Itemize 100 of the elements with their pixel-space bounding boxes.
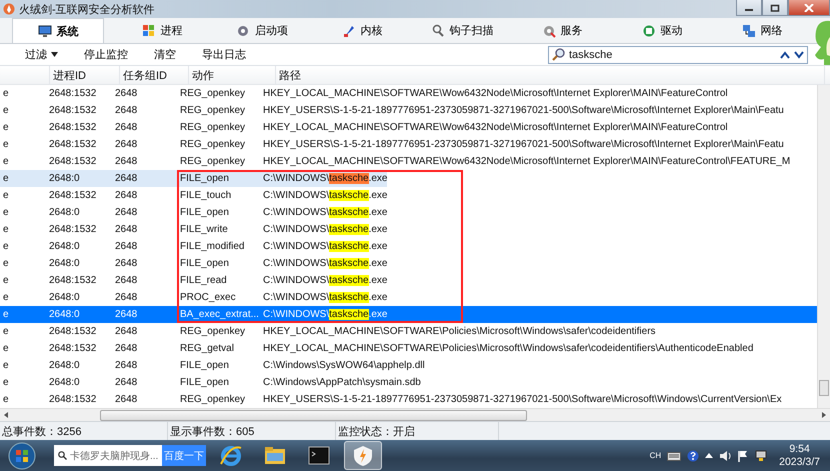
table-cell-text: e (2, 274, 10, 288)
language-indicator[interactable]: CH (650, 451, 662, 460)
table-cell-text: e (2, 155, 10, 170)
tab[interactable]: 驱动 (612, 18, 712, 43)
table-row[interactable]: e 2648:1532 2648 REG_openkey HKEY_USERS\S-1-5-21-1897776951-2373059871-3271967021-500\Software\Microsoft\Windows\CurrentVersion\Ex (0, 391, 817, 408)
table-cell-text: REG_openkey (179, 104, 246, 118)
table-cell-text: 2648 (114, 121, 138, 136)
table-cell-text: C:\WINDOWS\tasksche.exe (262, 291, 388, 306)
table-cell-text: 2648 (114, 223, 138, 238)
table-row[interactable]: e 2648:1532 2648 REG_openkey HKEY_LOCAL_MACHINE\SOFTWARE\Policies\Microsoft\Windows\safer\codeidentifiers (0, 323, 817, 340)
table-cell-text: e (2, 104, 10, 118)
table-cell-text: REG_openkey (179, 138, 246, 152)
table-cell-text: 2648 (114, 257, 138, 272)
table-cell: FILE_open (177, 255, 260, 272)
table-cell-text: 2648 (114, 155, 138, 170)
table-cell-text: 2648:1532 (48, 189, 98, 204)
tab[interactable]: 服务 (512, 18, 612, 43)
table-cell-text: HKEY_LOCAL_MACHINE\SOFTWARE\Wow6432Node\Microsoft\Internet Explorer\MAIN\FeatureControl (262, 121, 728, 136)
table-cell: 2648 (112, 170, 177, 188)
table-cell-text: 2648:0 (48, 257, 81, 272)
table-cell-text: e (2, 342, 10, 356)
table-cell-text: 2648:0 (48, 376, 81, 390)
table-cell-text: 2648:1532 (48, 223, 98, 238)
table-cell-text: 2648:1532 (48, 274, 98, 288)
clock-time[interactable]: 9:54 (789, 442, 810, 456)
table-row[interactable]: e 2648:0 2648 BA_exec_extrat... C:\WINDOWS\tasksche.exe (0, 306, 817, 324)
table-cell-text: REG_getval (179, 342, 235, 356)
toolbar-button[interactable]: 停止监控 (84, 47, 142, 62)
table-row[interactable]: e 2648:1532 2648 REG_openkey HKEY_USERS\S-1-5-21-1897776951-2373059871-3271967021-500\Software\Microsoft\Internet Explorer\Main\Featu (0, 136, 817, 154)
table-row[interactable]: e 2648:0 2648 FILE_open C:\WINDOWS\tasksche.exe (0, 170, 817, 188)
window-title: 火绒剑-互联网安全分析软件 (19, 2, 156, 16)
column-header[interactable]: 进程ID (50, 66, 120, 84)
table-cell-text: e (2, 291, 10, 306)
tab[interactable]: 进程 (112, 18, 212, 43)
table-cell-text: 2648:1532 (48, 342, 98, 356)
table-cell-text: HKEY_LOCAL_MACHINE\SOFTWARE\Wow6432Node\Microsoft\Internet Explorer\MAIN\FeatureControl\FEATURE_M (262, 155, 790, 170)
table-cell-text: e (2, 308, 10, 322)
table-cell-text: C:\Windows\SysWOW64\apphelp.dll (262, 359, 425, 374)
table-cell: FILE_touch (177, 187, 260, 204)
tab[interactable]: 网络 (712, 18, 812, 43)
table-cell-text: REG_openkey (179, 325, 246, 340)
table-cell-text: C:\WINDOWS\tasksche.exe (262, 189, 388, 204)
table-row[interactable]: e 2648:1532 2648 REG_getval HKEY_LOCAL_MACHINE\SOFTWARE\Policies\Microsoft\Windows\safer\codeidentifiers\AuthenticodeEnabled (0, 340, 817, 358)
table-cell-text: 2648 (114, 189, 138, 204)
table-row[interactable]: e 2648:0 2648 FILE_open C:\Windows\AppPatch\sysmain.sdb (0, 374, 817, 392)
table-cell-text: 2648 (114, 138, 138, 152)
table-cell-text: 2648:0 (48, 206, 81, 220)
table-cell-text: 2648 (114, 359, 138, 374)
table-cell: e (0, 170, 46, 188)
table-cell-text: e (2, 359, 10, 374)
table-cell-text: C:\WINDOWS\tasksche.exe (262, 206, 388, 220)
table-row[interactable]: e 2648:1532 2648 FILE_touch C:\WINDOWS\tasksche.exe (0, 187, 817, 204)
clock-date[interactable]: 2023/3/7 (779, 456, 820, 469)
table-cell-text: e (2, 206, 10, 220)
table-row[interactable]: e 2648:1532 2648 FILE_read C:\WINDOWS\tasksche.exe (0, 272, 817, 290)
table-cell: FILE_write (177, 221, 260, 238)
table-cell: BA_exec_extrat... (177, 306, 260, 324)
table-cell-text: 2648 (114, 342, 138, 356)
table-row[interactable]: e 2648:0 2648 FILE_open C:\Windows\SysWOW64\apphelp.dll (0, 357, 817, 374)
table-cell-text: 2648 (114, 325, 138, 340)
table-cell-text: C:\WINDOWS\tasksche.exe (262, 257, 388, 272)
table-cell-text: e (2, 87, 10, 102)
table-cell: FILE_read (177, 272, 260, 290)
table-row[interactable]: e 2648:0 2648 FILE_open C:\WINDOWS\tasksche.exe (0, 255, 817, 272)
tab[interactable]: 钩子扫描 (412, 18, 512, 43)
table-cell-text: 2648:1532 (48, 393, 98, 408)
toolbar-button[interactable]: 清空 (154, 47, 190, 62)
search-field[interactable]: tasksche (548, 46, 808, 64)
toolbar-button[interactable]: 导出日志 (202, 47, 260, 62)
table-cell-text: 2648 (114, 104, 138, 118)
table-row[interactable]: e 2648:1532 2648 REG_openkey HKEY_LOCAL_MACHINE\SOFTWARE\Wow6432Node\Microsoft\Internet Explorer\MAIN\FeatureControl (0, 119, 817, 136)
table-cell-text: 2648 (114, 206, 138, 220)
tab[interactable]: 系统 (12, 18, 104, 43)
table-cell-text: 2648 (114, 240, 138, 254)
table-cell-text: 2648:0 (48, 291, 81, 306)
table-cell-text: REG_openkey (179, 121, 246, 136)
table-cell-text: 2648:1532 (48, 121, 98, 136)
table-row[interactable]: e 2648:1532 2648 FILE_write C:\WINDOWS\tasksche.exe (0, 221, 817, 238)
table-row[interactable]: e 2648:1532 2648 REG_openkey HKEY_LOCAL_MACHINE\SOFTWARE\Wow6432Node\Microsoft\Internet Explorer\MAIN\FeatureControl (0, 85, 817, 102)
table-cell-text: REG_openkey (179, 87, 246, 102)
tab[interactable]: 内核 (312, 18, 412, 43)
table-cell-text: HKEY_USERS\S-1-5-21-1897776951-2373059871-3271967021-500\Software\Microsoft\Internet Explorer\Main\Featu (262, 104, 784, 118)
table-cell-text: 2648 (114, 274, 138, 288)
table-cell-text: HKEY_USERS\S-1-5-21-1897776951-2373059871-3271967021-500\Software\Microsoft\Internet Explorer\Main\Featu (262, 138, 784, 152)
table-row[interactable]: e 2648:0 2648 FILE_modified C:\WINDOWS\tasksche.exe (0, 238, 817, 256)
column-header[interactable]: 动作 (189, 66, 276, 84)
table-cell-text: 2648 (114, 291, 138, 306)
table-cell-text: C:\WINDOWS\tasksche.exe (262, 240, 388, 254)
taskbar-search-field[interactable]: 卡德罗夫脑肿现身... (54, 445, 162, 466)
table-cell-text: FILE_open (179, 376, 230, 390)
table-row[interactable]: e 2648:1532 2648 REG_openkey HKEY_LOCAL_MACHINE\SOFTWARE\Wow6432Node\Microsoft\Internet Explorer\MAIN\FeatureControl\FEATURE_M (0, 153, 817, 170)
filter-dropdown[interactable]: 过滤 (25, 47, 72, 62)
table-cell: FILE_modified (177, 238, 260, 256)
table-cell-text: 2648:0 (48, 359, 81, 374)
table-cell-text: C:\Windows\AppPatch\sysmain.sdb (262, 376, 421, 390)
table-row[interactable]: e 2648:1532 2648 REG_openkey HKEY_USERS\S-1-5-21-1897776951-2373059871-3271967021-500\Software\Microsoft\Internet Explorer\Main\Featu (0, 102, 817, 120)
column-header[interactable]: 任务组ID (120, 66, 189, 84)
tab[interactable]: 启动项 (212, 18, 312, 43)
table-row[interactable]: e 2648:0 2648 FILE_open C:\WINDOWS\tasksche.exe (0, 204, 817, 222)
column-header[interactable]: 路径 (276, 66, 825, 84)
